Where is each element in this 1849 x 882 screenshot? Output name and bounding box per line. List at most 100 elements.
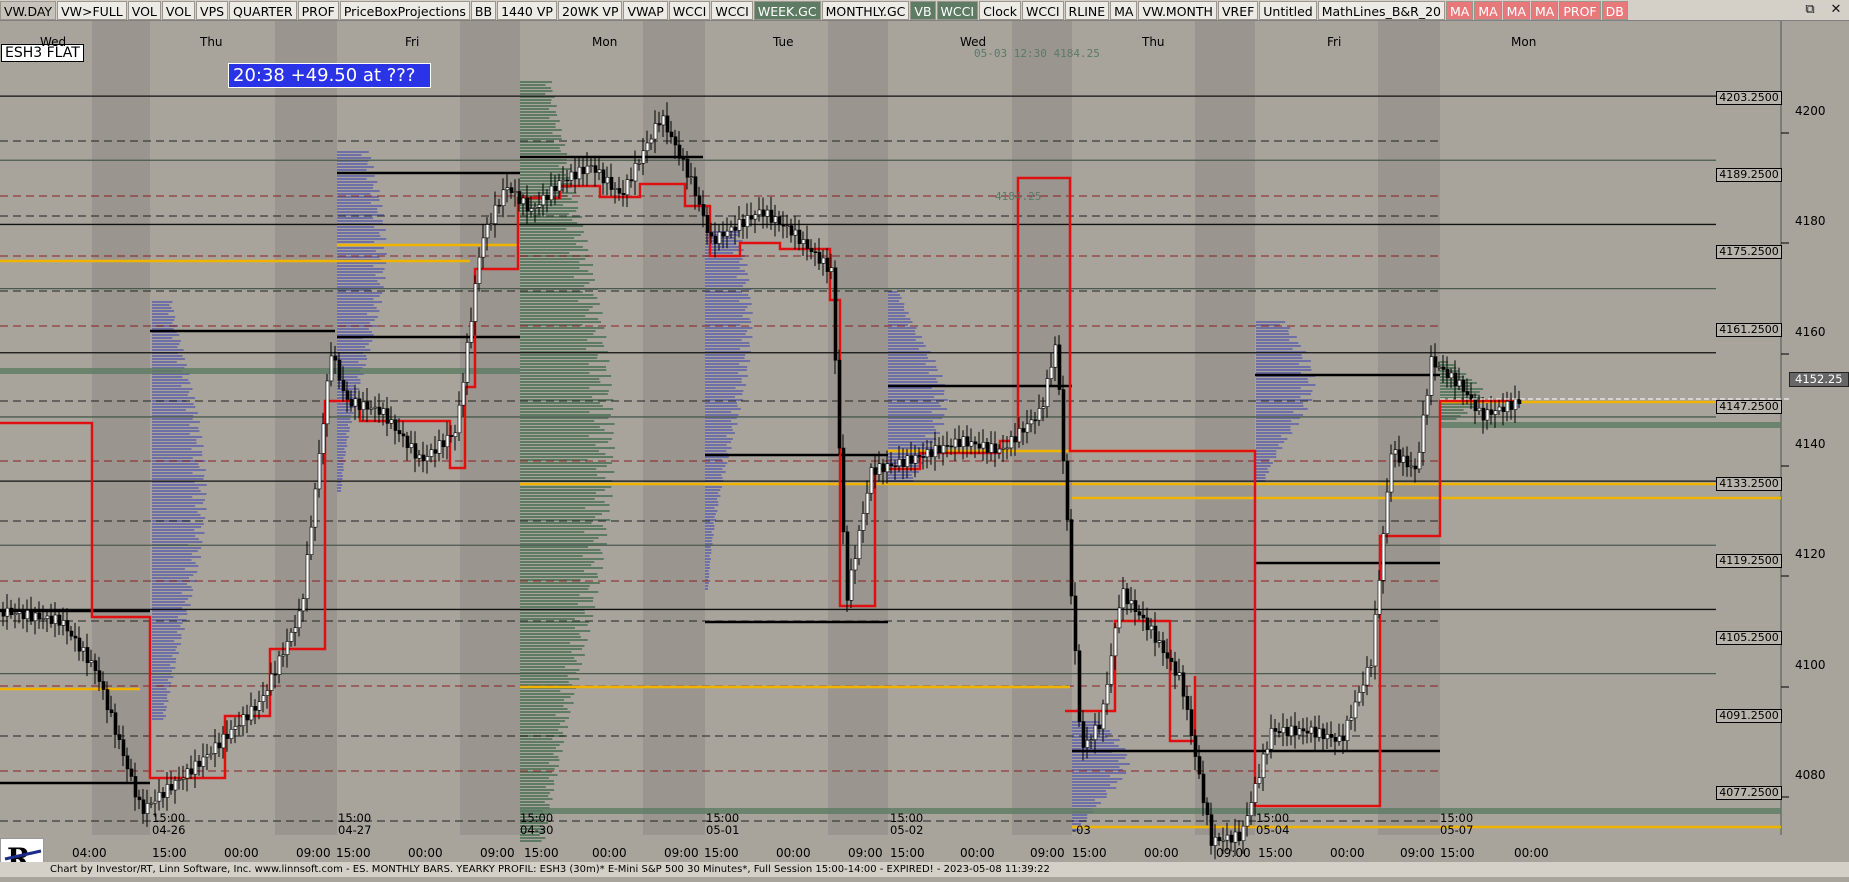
volume-profile-bar bbox=[152, 565, 199, 567]
toolbar-button-vw-month[interactable]: VW.MONTH bbox=[1138, 1, 1217, 20]
volume-profile-bar bbox=[1256, 429, 1291, 431]
volume-profile-bar bbox=[705, 522, 714, 524]
candle-body bbox=[553, 185, 558, 192]
volume-profile-bar bbox=[520, 396, 593, 398]
volume-profile-bar bbox=[705, 330, 748, 332]
volume-profile-bar bbox=[152, 379, 189, 381]
toolbar-button-mathlines-b-r-20[interactable]: MathLines_B&R_20 bbox=[1317, 1, 1445, 20]
candle-body bbox=[757, 209, 762, 215]
toolbar-button-wcci[interactable]: WCCI bbox=[711, 1, 753, 20]
day-label: Wed bbox=[960, 35, 987, 49]
volume-profile-bar bbox=[705, 435, 727, 437]
candle-body bbox=[1169, 657, 1174, 662]
toolbar-button-wcci[interactable]: WCCI bbox=[1022, 1, 1064, 20]
volume-profile-bar bbox=[520, 270, 589, 272]
candle-body bbox=[205, 754, 210, 758]
volume-profile-bar bbox=[337, 211, 378, 213]
volume-profile-bar bbox=[152, 655, 173, 657]
candle-body bbox=[705, 215, 710, 233]
toolbar-button-wcci[interactable]: WCCI bbox=[668, 1, 711, 20]
volume-profile-bar bbox=[705, 537, 713, 539]
volume-profile-bar bbox=[520, 702, 574, 704]
volume-profile-bar bbox=[152, 418, 193, 420]
volume-profile-bar bbox=[152, 385, 182, 387]
volume-profile-bar bbox=[152, 388, 193, 390]
candle-body bbox=[1073, 595, 1078, 652]
toolbar-button-vol[interactable]: VOL bbox=[161, 1, 196, 20]
volume-profile-bar bbox=[337, 253, 387, 255]
time-axis-label: 15:00 bbox=[1440, 846, 1475, 860]
candle-body bbox=[1165, 652, 1170, 659]
candle-body bbox=[533, 207, 538, 209]
toolbar-button-vps[interactable]: VPS bbox=[196, 1, 229, 20]
toolbar-button-vref[interactable]: VREF bbox=[1217, 1, 1259, 20]
toolbar-button-bb[interactable]: BB bbox=[470, 1, 497, 20]
toolbar-button-ma[interactable]: MA bbox=[1502, 1, 1531, 20]
toolbar-button-untitled[interactable]: Untitled bbox=[1259, 1, 1317, 20]
candle-body bbox=[385, 408, 390, 424]
volume-profile-bar bbox=[337, 328, 369, 330]
candle-body bbox=[773, 216, 778, 223]
volume-profile-bar bbox=[337, 274, 376, 276]
volume-profile-bar bbox=[337, 217, 374, 219]
toolbar-button-quarter[interactable]: QUARTER bbox=[229, 1, 297, 20]
candle-body bbox=[125, 755, 130, 770]
chart-canvas[interactable] bbox=[0, 21, 1849, 877]
volume-profile-bar bbox=[1256, 330, 1289, 332]
toolbar-button-prof[interactable]: PROF bbox=[1559, 1, 1601, 20]
toolbar-button-clock[interactable]: Clock bbox=[979, 1, 1022, 20]
current-price-label: 4152.25 bbox=[1789, 372, 1849, 387]
volume-profile-bar bbox=[520, 423, 615, 425]
volume-profile-bar bbox=[1256, 456, 1277, 458]
volume-profile-bar bbox=[337, 472, 342, 474]
toolbar-button-1440-vp[interactable]: 1440 VP bbox=[497, 1, 557, 20]
candle-body bbox=[1021, 428, 1026, 433]
volume-profile-bar bbox=[520, 99, 552, 101]
volume-profile-bar bbox=[152, 613, 188, 615]
toolbar-button-vw-day[interactable]: VW.DAY bbox=[0, 1, 57, 20]
volume-profile-bar bbox=[337, 208, 378, 210]
candle-body bbox=[513, 191, 518, 193]
toolbar-button-monthly-gc[interactable]: MONTHLY.GC bbox=[821, 1, 910, 20]
close-icon[interactable]: ✕ bbox=[1823, 0, 1849, 20]
toolbar-button-vol[interactable]: VOL bbox=[127, 1, 161, 20]
toolbar-button-rline[interactable]: RLINE bbox=[1064, 1, 1110, 20]
volume-profile-bar bbox=[520, 510, 610, 512]
candle-body bbox=[229, 729, 234, 739]
toolbar-button-ma[interactable]: MA bbox=[1531, 1, 1559, 20]
toolbar-button-20wk-vp[interactable]: 20WK VP bbox=[557, 1, 623, 20]
toolbar-button-wcci[interactable]: WCCI bbox=[936, 1, 979, 20]
volume-profile-bar bbox=[888, 390, 945, 392]
candle-body bbox=[413, 443, 418, 459]
toolbar-button-vw-full[interactable]: VW>FULL bbox=[57, 1, 127, 20]
toolbar-button-db[interactable]: DB bbox=[1601, 1, 1628, 20]
toolbar-button-vwap[interactable]: VWAP bbox=[623, 1, 668, 20]
candle-body bbox=[21, 611, 26, 620]
toolbar-button-ma[interactable]: MA bbox=[1110, 1, 1138, 20]
candle-body bbox=[669, 131, 674, 138]
toolbar-button-vb[interactable]: VB bbox=[910, 1, 936, 20]
toolbar-button-priceboxprojections[interactable]: PriceBoxProjections bbox=[339, 1, 470, 20]
candle-body bbox=[1253, 783, 1258, 803]
volume-profile-bar bbox=[337, 439, 347, 441]
volume-profile-bar bbox=[520, 327, 605, 329]
volume-profile-bar bbox=[705, 381, 742, 383]
candle-body bbox=[797, 229, 802, 245]
candle-body bbox=[37, 612, 42, 620]
toolbar-button-prof[interactable]: PROF bbox=[297, 1, 339, 20]
restore-icon[interactable]: ⧉ bbox=[1797, 0, 1823, 20]
volume-profile-bar bbox=[337, 166, 374, 168]
volume-profile-bar bbox=[520, 177, 573, 179]
volume-profile-bar bbox=[337, 187, 374, 189]
toolbar-button-week-gc[interactable]: WEEK.GC bbox=[753, 1, 821, 20]
volume-profile-bar bbox=[520, 105, 557, 107]
candle-body bbox=[25, 610, 30, 620]
toolbar-button-ma[interactable]: MA bbox=[1474, 1, 1502, 20]
green-band bbox=[0, 368, 520, 374]
candle-body bbox=[777, 216, 782, 226]
toolbar-button-ma[interactable]: MA bbox=[1445, 1, 1474, 20]
volume-profile-bar bbox=[888, 315, 906, 317]
volume-profile-bar bbox=[520, 696, 571, 698]
price-chart[interactable]: ESH3 FLAT 20:38 +49.50 at ??? 05-03 12:3… bbox=[0, 21, 1849, 877]
candle-body bbox=[765, 209, 770, 217]
